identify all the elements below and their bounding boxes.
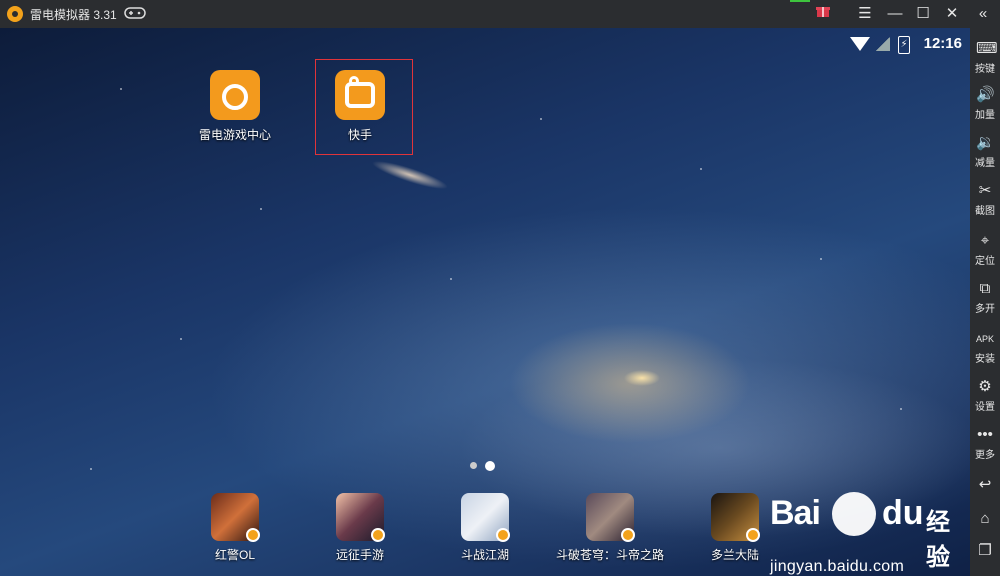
minimize-icon[interactable]: —: [884, 3, 906, 25]
toolbar-label: 更多: [975, 450, 995, 461]
watermark-brand-a: Bai: [770, 494, 821, 532]
apk-install-icon: APK: [976, 334, 995, 344]
douzhan-game-icon: [461, 493, 510, 542]
menu-icon[interactable]: ☰: [854, 3, 876, 25]
android-home-screen: ⚡ 12:16 雷电游戏中心 快手 红警OL 远征手游 斗战江湖 斗破苍穹：斗帝…: [0, 28, 970, 576]
battery-charging-icon: ⚡: [898, 36, 910, 54]
toolbar-label: 减量: [975, 158, 995, 169]
activity-bar: [790, 0, 810, 2]
dock-app-douzhan[interactable]: 斗战江湖: [425, 493, 545, 563]
dock-app-hongjing[interactable]: 红警OL: [175, 493, 295, 563]
nav-back-button[interactable]: ↩: [970, 476, 1000, 496]
volume-up-icon: 🔊: [976, 86, 995, 103]
tencent-badge-icon: [621, 528, 635, 542]
yuanzheng-game-icon: [336, 493, 385, 542]
wifi-icon: [850, 37, 870, 51]
toolbar-volume-down-button[interactable]: 🔉 减量: [970, 134, 1000, 169]
toolbar-multi-instance-button[interactable]: ⧉ 多开: [970, 280, 1000, 315]
toolbar-label: 多开: [975, 304, 995, 315]
toolbar-label: 设置: [975, 402, 995, 413]
double-chevron-left-icon[interactable]: «: [972, 3, 994, 25]
toolbar-label: 定位: [975, 256, 995, 267]
toolbar-volume-up-button[interactable]: 🔊 加量: [970, 86, 1000, 121]
gamepad-icon[interactable]: [124, 6, 146, 20]
app-label: 斗破苍穹：斗帝之路: [555, 548, 664, 562]
gear-icon: ⚙: [978, 378, 992, 395]
toolbar-label: 安装: [975, 354, 995, 365]
location-pin-icon: ⌖: [980, 232, 990, 249]
tencent-badge-icon: [371, 528, 385, 542]
app-label: 红警OL: [214, 548, 255, 562]
toolbar-settings-button[interactable]: ⚙ 设置: [970, 378, 1000, 413]
toolbar-label: 按键: [975, 64, 995, 75]
toolbar-screenshot-button[interactable]: ✂ 截图: [970, 182, 1000, 217]
more-dots-icon: •••: [977, 426, 993, 443]
volume-down-icon: 🔉: [976, 134, 995, 151]
toolbar-more-button[interactable]: ••• 更多: [970, 426, 1000, 461]
maximize-icon[interactable]: ☐: [912, 3, 934, 25]
status-time: 12:16: [923, 35, 962, 52]
page-dot-active[interactable]: [485, 460, 495, 471]
ldplayer-logo-icon: [7, 6, 23, 22]
watermark-url: jingyan.baidu.com: [770, 558, 905, 575]
page-dot[interactable]: [470, 462, 477, 470]
status-bar: ⚡ 12:16: [832, 34, 962, 54]
toolbar-install-apk-button[interactable]: APK 安装: [970, 330, 1000, 365]
multi-instance-icon: ⧉: [979, 280, 991, 297]
page-indicator: [470, 457, 503, 475]
close-icon[interactable]: ✕: [941, 3, 963, 25]
nav-recent-apps-button[interactable]: ❐: [970, 542, 1000, 562]
baidu-paw-icon: [832, 492, 876, 536]
selection-highlight-box: [315, 59, 413, 155]
doupo-game-icon: [586, 493, 635, 542]
toolbar-label: 加量: [975, 110, 995, 121]
app-label: 斗战江湖: [460, 548, 509, 562]
watermark-brand-b: du: [882, 494, 924, 532]
duolan-game-icon: [711, 493, 760, 542]
toolbar-label: 截图: [975, 206, 995, 217]
gift-icon[interactable]: [812, 3, 834, 25]
baidu-watermark: Bai du 经验 jingyan.baidu.com: [770, 488, 970, 576]
scissors-icon: ✂: [978, 182, 992, 199]
nav-home-button[interactable]: ⌂: [970, 510, 1000, 530]
app-ld-game-center[interactable]: 雷电游戏中心: [185, 70, 285, 143]
back-icon: ↩: [978, 476, 992, 493]
no-sim-icon: [876, 37, 890, 51]
dock-app-yuanzheng[interactable]: 远征手游: [300, 493, 420, 563]
window-title: 雷电模拟器 3.31: [30, 8, 117, 22]
tencent-badge-icon: [246, 528, 260, 542]
keyboard-icon: ⌨: [976, 40, 998, 57]
hongjing-game-icon: [211, 493, 260, 542]
ld-game-center-icon: [210, 70, 260, 120]
dock-app-doupo[interactable]: 斗破苍穹：斗帝之路: [550, 493, 670, 563]
toolbar-keymap-button[interactable]: ⌨ 按键: [970, 40, 1000, 75]
home-icon: ⌂: [980, 510, 990, 527]
recent-apps-icon: ❐: [978, 542, 992, 559]
distant-galaxy: [369, 155, 451, 195]
app-label: 雷电游戏中心: [198, 128, 271, 142]
right-toolbar: ⌨ 按键 🔊 加量 🔉 减量 ✂ 截图 ⌖ 定位 ⧉ 多开 APK 安装 ⚙ 设…: [970, 28, 1000, 576]
tencent-badge-icon: [496, 528, 510, 542]
title-bar: 雷电模拟器 3.31 ☰ — ☐ ✕ «: [0, 0, 1000, 28]
app-label: 远征手游: [335, 548, 384, 562]
watermark-brand-cn: 经验: [926, 509, 950, 571]
toolbar-location-button[interactable]: ⌖ 定位: [970, 232, 1000, 267]
ld-badge-icon: [746, 528, 760, 542]
